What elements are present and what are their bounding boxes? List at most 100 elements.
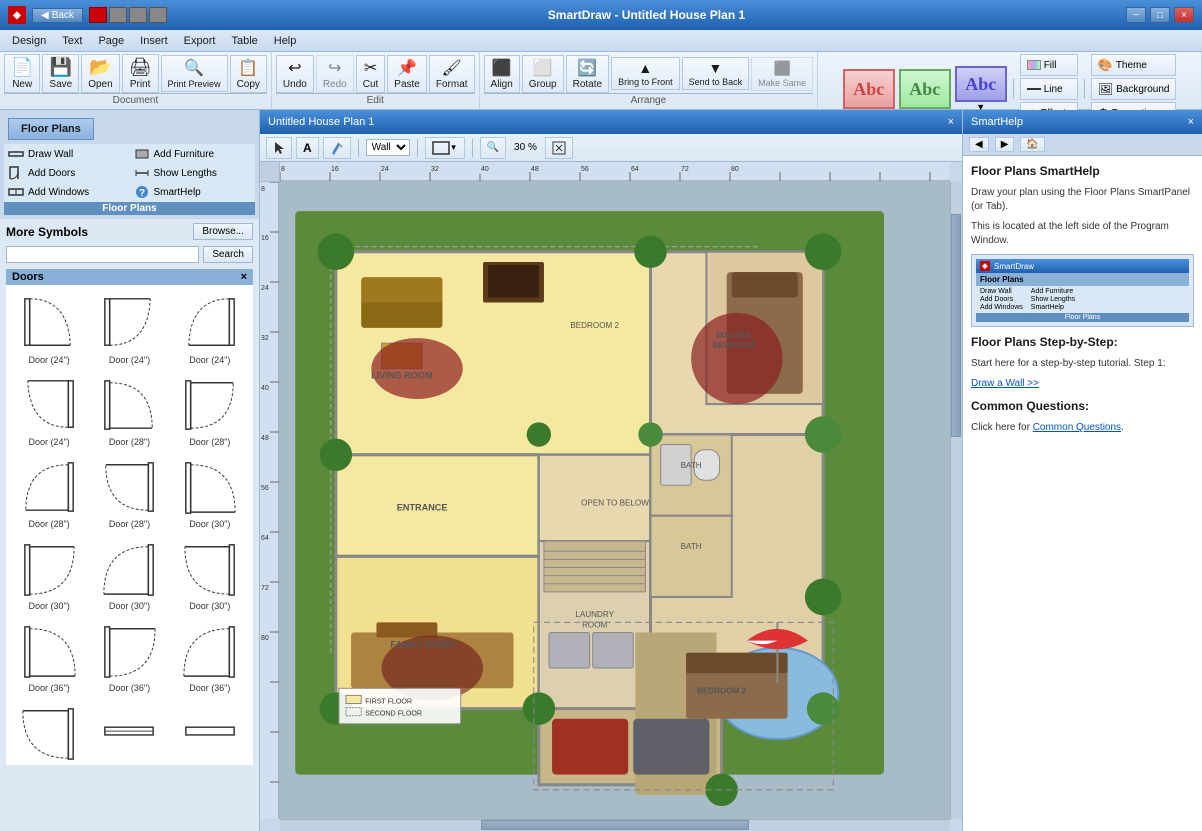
make-same-button[interactable]: ⬛ Make Same xyxy=(751,57,813,91)
browse-button[interactable]: Browse... xyxy=(193,223,253,240)
menu-table[interactable]: Table xyxy=(223,33,265,49)
style-3-button[interactable]: Abc xyxy=(955,66,1007,102)
send-to-back-button[interactable]: ▼ Send to Back xyxy=(682,57,750,90)
add-doors-tool[interactable]: Add Doors xyxy=(8,165,126,181)
text-tool-button[interactable]: A xyxy=(296,137,319,159)
symbols-grid: Door (24") Door (24") xyxy=(6,285,253,765)
right-panel: SmartHelp × ◀ ▶ 🏠 Floor Plans SmartHelp … xyxy=(962,110,1202,831)
smarthelp-forward-button[interactable]: ▶ xyxy=(995,137,1015,152)
copy-button[interactable]: 📋 Copy xyxy=(230,55,267,93)
theme-button[interactable]: 🎨 Theme xyxy=(1091,54,1177,76)
main-layout: Floor Plans Draw Wall Add Furniture xyxy=(0,110,1202,831)
draw-wall-link[interactable]: Draw a Wall >> xyxy=(971,378,1039,389)
menu-help[interactable]: Help xyxy=(266,33,305,49)
svg-text:56: 56 xyxy=(261,485,269,492)
draw-wall-tool[interactable]: Draw Wall xyxy=(8,146,126,162)
print-button[interactable]: 🖨 Print xyxy=(122,54,159,93)
new-button[interactable]: 📄 New xyxy=(4,54,40,93)
category-close-icon[interactable]: × xyxy=(241,271,247,283)
add-furniture-tool[interactable]: Add Furniture xyxy=(134,146,252,162)
list-item[interactable]: Door (36") xyxy=(90,617,168,697)
maximize-button[interactable]: □ xyxy=(1150,7,1170,23)
svg-text:LAUNDRY: LAUNDRY xyxy=(575,610,614,619)
smarthelp-back-button[interactable]: ◀ xyxy=(969,137,989,152)
menu-design[interactable]: Design xyxy=(4,33,54,49)
list-item[interactable]: Door (24") xyxy=(10,289,88,369)
smarthelp-close-icon[interactable]: × xyxy=(1188,116,1194,128)
format-button[interactable]: 🖌 Format xyxy=(429,55,475,93)
toolbar-edit-section: ↩ Undo ↪ Redo ✂ Cut 📌 Paste 🖌 Format Edi… xyxy=(272,52,480,109)
paint-tool-button[interactable] xyxy=(323,137,351,159)
smarthelp-home-button[interactable]: 🏠 xyxy=(1020,137,1044,152)
line-button[interactable]: Line xyxy=(1020,78,1078,100)
list-item[interactable]: Door (28") xyxy=(10,453,88,533)
list-item[interactable]: Door (28") xyxy=(171,371,249,451)
minimize-button[interactable]: − xyxy=(1126,7,1146,23)
ruler-corner xyxy=(260,162,280,182)
bring-to-front-button[interactable]: ▲ Bring to Front xyxy=(611,57,680,90)
smarthelp-tool[interactable]: ? SmartHelp xyxy=(134,184,252,200)
list-item[interactable]: Door (30") xyxy=(171,535,249,615)
paste-button[interactable]: 📌 Paste xyxy=(387,55,427,93)
back-button[interactable]: ◀ Back xyxy=(32,8,83,23)
add-windows-tool[interactable]: Add Windows xyxy=(8,184,126,200)
redo-button[interactable]: ↪ Redo xyxy=(316,55,354,93)
pointer-icon xyxy=(273,141,285,155)
list-item[interactable]: 48" Wall Open... xyxy=(90,699,168,765)
print-preview-button[interactable]: 🔍 Print Preview xyxy=(161,55,228,92)
group-button[interactable]: ⬜ Group xyxy=(522,55,564,93)
menu-export[interactable]: Export xyxy=(176,33,224,49)
group-icon: ⬜ xyxy=(533,58,553,78)
list-item[interactable]: Door (28") xyxy=(90,453,168,533)
fill-button[interactable]: Fill xyxy=(1020,54,1078,76)
list-item[interactable]: Door (24") xyxy=(90,289,168,369)
style-1-button[interactable]: Abc xyxy=(843,69,895,109)
save-button[interactable]: 💾 Save xyxy=(42,54,79,93)
pointer-tool-button[interactable] xyxy=(266,137,292,159)
search-button[interactable]: Search xyxy=(203,246,253,263)
shape-selector[interactable]: ▼ xyxy=(425,137,465,159)
menu-page[interactable]: Page xyxy=(90,33,132,49)
canvas-close-icon[interactable]: × xyxy=(948,116,954,128)
wall-selector[interactable]: Wall xyxy=(366,139,410,156)
list-item[interactable]: Door (30") xyxy=(171,453,249,533)
floor-plans-tab[interactable]: Floor Plans xyxy=(8,118,94,140)
style-2-button[interactable]: Abc xyxy=(899,69,951,109)
zoom-out-button[interactable]: 🔍 xyxy=(480,137,506,159)
svg-text:LIVING ROOM: LIVING ROOM xyxy=(371,371,432,381)
align-button[interactable]: ⬛ Align xyxy=(484,55,520,93)
svg-text:FIRST FLOOR: FIRST FLOOR xyxy=(365,698,412,706)
close-button[interactable]: × xyxy=(1174,7,1194,23)
cut-button[interactable]: ✂ Cut xyxy=(356,55,386,93)
list-item[interactable]: Door (30") xyxy=(90,535,168,615)
menu-bar: Design Text Page Insert Export Table Hel… xyxy=(0,30,1202,52)
rotate-button[interactable]: 🔄 Rotate xyxy=(566,55,609,93)
title-bar: ◆ ◀ Back SmartDraw - Untitled House Plan… xyxy=(0,0,1202,30)
list-item[interactable]: Door (24") xyxy=(10,371,88,451)
open-button[interactable]: 📂 Open xyxy=(81,54,119,93)
list-item[interactable]: Door (36") xyxy=(10,699,88,765)
list-item[interactable]: Door (36") xyxy=(10,617,88,697)
search-input[interactable] xyxy=(6,246,199,263)
scrollbar-vertical[interactable] xyxy=(950,182,962,819)
list-item[interactable]: Door (36") xyxy=(171,617,249,697)
undo-button[interactable]: ↩ Undo xyxy=(276,55,314,93)
scrollbar-horizontal[interactable] xyxy=(280,819,950,831)
scrollbar-v-thumb[interactable] xyxy=(951,214,961,437)
smarthelp-location: This is located at the left side of the … xyxy=(971,220,1194,248)
common-questions-link[interactable]: Common Questions xyxy=(1033,422,1121,433)
list-item[interactable]: Door (28") xyxy=(90,371,168,451)
smarthelp-nav: ◀ ▶ 🏠 xyxy=(963,134,1202,156)
list-item[interactable]: Door (24") xyxy=(171,289,249,369)
scrollbar-h-thumb[interactable] xyxy=(481,820,749,830)
fit-page-button[interactable] xyxy=(545,137,573,159)
smarthelp-title: SmartHelp xyxy=(971,116,1023,128)
list-item[interactable]: Door (30") xyxy=(10,535,88,615)
svg-text:48: 48 xyxy=(531,166,539,173)
floor-plan-canvas[interactable]: FIRST FLOOR SECOND FLOOR LIVING ROOM ENT… xyxy=(280,182,950,819)
show-lengths-tool[interactable]: Show Lengths xyxy=(134,165,252,181)
menu-text[interactable]: Text xyxy=(54,33,90,49)
list-item[interactable]: 48" Wall Open... xyxy=(171,699,249,765)
menu-insert[interactable]: Insert xyxy=(132,33,176,49)
background-button[interactable]: 🖼 Background xyxy=(1091,78,1177,100)
